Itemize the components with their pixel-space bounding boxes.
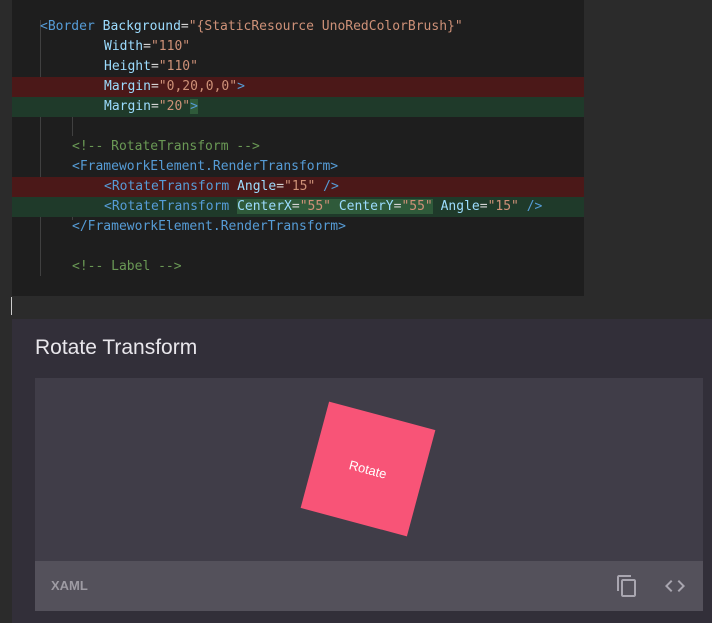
- code-text: </FrameworkElement.RenderTransform>: [72, 217, 346, 237]
- code-token: =: [150, 59, 159, 74]
- code-token: Border: [47, 19, 95, 34]
- code-token: Margin: [104, 99, 151, 114]
- text-caret: [11, 297, 12, 315]
- card-footer: XAML: [35, 561, 703, 611]
- code-line-added: <RotateTransform CenterX="55" CenterY="5…: [12, 197, 584, 217]
- code-text: Height="110": [104, 57, 198, 77]
- code-text: Margin="20">: [104, 97, 198, 117]
- code-line-removed: Margin="0,20,0,0">: [12, 77, 584, 97]
- code-token: =: [150, 79, 159, 94]
- preview-area: Rotate: [35, 378, 703, 561]
- code-token: CenterX: [237, 199, 292, 214]
- rotated-border-label: Rotate: [347, 456, 389, 482]
- code-token: Angle: [440, 199, 480, 214]
- code-line-context: <!-- Label -->: [12, 257, 584, 277]
- code-text: Width="110": [104, 37, 190, 57]
- code-token: =: [150, 99, 159, 114]
- card-title: Rotate Transform: [35, 336, 198, 359]
- copy-icon[interactable]: [615, 574, 639, 598]
- code-diff-editor[interactable]: <Border Background="{StaticResource UnoR…: [12, 0, 584, 296]
- code-token: </FrameworkElement.RenderTransform>: [72, 219, 346, 234]
- code-token: "110": [150, 39, 191, 54]
- code-icon[interactable]: [663, 574, 687, 598]
- code-line-context: [12, 237, 584, 257]
- code-text: <RotateTransform Angle="15" />: [104, 177, 339, 197]
- code-text: Margin="0,20,0,0">: [104, 77, 245, 97]
- code-token: <!-- RotateTransform -->: [72, 139, 260, 154]
- code-line-removed: <RotateTransform Angle="15" />: [12, 177, 584, 197]
- code-token: >: [190, 99, 198, 114]
- code-text: <FrameworkElement.RenderTransform>: [72, 157, 338, 177]
- code-token: "{StaticResource UnoRedColorBrush}": [188, 19, 463, 34]
- code-token: <: [40, 19, 48, 34]
- code-token: <RotateTransform: [104, 199, 230, 214]
- code-text: <!-- RotateTransform -->: [72, 137, 260, 157]
- code-token: Margin: [104, 79, 151, 94]
- code-token: "0,20,0,0": [158, 79, 238, 94]
- code-text: <RotateTransform CenterX="55" CenterY="5…: [104, 197, 542, 217]
- code-token: "15": [284, 179, 316, 194]
- code-token: Background: [102, 19, 181, 34]
- code-line-context: Width="110": [12, 37, 584, 57]
- code-token: "20": [158, 99, 191, 114]
- code-line-added: Margin="20">: [12, 97, 584, 117]
- code-text: <!-- Label -->: [72, 257, 182, 277]
- code-token: "110": [158, 59, 198, 74]
- code-line-context: <Border Background="{StaticResource UnoR…: [12, 17, 584, 37]
- code-token: CenterY: [338, 199, 394, 214]
- code-token: "55": [401, 199, 433, 214]
- code-token: <RotateTransform: [104, 179, 230, 194]
- rotated-border: Rotate: [300, 401, 436, 537]
- code-line-context: </FrameworkElement.RenderTransform>: [12, 217, 584, 237]
- code-token: =: [143, 39, 151, 54]
- code-token: "15": [487, 199, 519, 214]
- code-token: =: [291, 199, 300, 214]
- code-token: Angle: [237, 179, 277, 194]
- code-token: >: [237, 79, 245, 94]
- code-text: <Border Background="{StaticResource UnoR…: [40, 17, 463, 37]
- code-line-context: Height="110": [12, 57, 584, 77]
- code-token: />: [323, 179, 339, 194]
- code-token: />: [526, 199, 543, 214]
- code-token: Width: [104, 39, 144, 54]
- code-token: =: [276, 179, 285, 194]
- code-token: =: [479, 199, 488, 214]
- code-line-context: [12, 117, 584, 137]
- code-token: "55": [299, 199, 331, 214]
- xaml-label: XAML: [51, 578, 88, 593]
- code-token: =: [180, 19, 189, 34]
- code-token: Height: [104, 59, 151, 74]
- code-token: <!-- Label -->: [72, 259, 182, 274]
- code-token: [331, 199, 339, 214]
- code-token: <FrameworkElement.RenderTransform>: [72, 159, 339, 174]
- code-line-context: <!-- RotateTransform -->: [12, 137, 584, 157]
- code-line-context: <FrameworkElement.RenderTransform>: [12, 157, 584, 177]
- preview-card: Rotate Transform Rotate XAML: [12, 319, 712, 623]
